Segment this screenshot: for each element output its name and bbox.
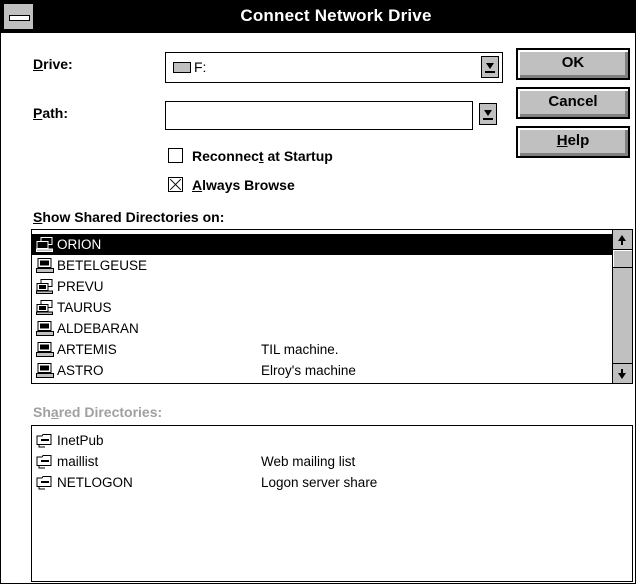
system-menu-button[interactable] — [3, 3, 34, 30]
drive-dropdown-arrow-icon[interactable] — [481, 56, 499, 78]
computers-listbox[interactable]: ORION BETELGEUSE PREVU TAURUS ALDEBARAN ARTEM… — [31, 229, 633, 384]
shared-folder-icon — [36, 475, 54, 490]
computer-list-item-comment: Elroy's machine — [261, 363, 356, 378]
system-menu-icon — [9, 15, 30, 21]
computer-list-item-name: BETELGEUSE — [57, 258, 148, 273]
scroll-track[interactable] — [613, 268, 632, 363]
computer-list-item-row[interactable]: ARTEMIS TIL machine. — [32, 339, 612, 360]
shared-directory-item-name: InetPub — [57, 433, 104, 448]
shared-directory-item-comment: Logon server share — [261, 475, 378, 490]
computer-icon — [36, 342, 54, 357]
shared-directories-label: Shared Directories: — [33, 404, 163, 420]
computer-list-item-name: TAURUS — [57, 300, 112, 315]
computer-list-item-row[interactable]: TAURUS — [32, 297, 612, 318]
ok-button[interactable]: OK — [516, 48, 630, 80]
computer-list-item-row[interactable]: ASTRO Elroy's machine — [32, 360, 612, 381]
reconnect-at-startup-label[interactable]: Reconnect at Startup — [192, 148, 333, 164]
computer-list-item-name: ORION — [57, 237, 102, 252]
scroll-down-arrow-icon[interactable] — [613, 363, 632, 383]
computer-list-item-comment: TIL machine. — [261, 342, 339, 357]
shared-directory-item-name: maillist — [57, 454, 99, 469]
connect-network-drive-dialog: Connect Network Drive Drive: F: Path: OK… — [0, 0, 636, 584]
path-input[interactable] — [165, 101, 473, 130]
computer-list-item-name: PREVU — [57, 279, 104, 294]
computer-list-item-name: ALDEBARAN — [57, 321, 139, 336]
shared-directory-item-name: NETLOGON — [57, 475, 133, 490]
shared-directory-item-row[interactable]: InetPub — [32, 430, 630, 451]
always-browse-checkbox[interactable] — [168, 177, 183, 192]
computer-list-item-row[interactable]: PREVU — [32, 276, 612, 297]
network-group-icon — [36, 300, 54, 315]
path-dropdown-arrow-icon[interactable] — [479, 103, 497, 125]
computer-list-item-row[interactable]: ALDEBARAN — [32, 318, 612, 339]
shared-directory-item-row[interactable]: NETLOGON Logon server share — [32, 472, 630, 493]
drive-combobox[interactable]: F: — [165, 52, 503, 83]
scroll-up-arrow-icon[interactable] — [613, 230, 632, 250]
computer-icon — [36, 321, 54, 336]
network-drive-icon — [173, 62, 191, 73]
title-bar: Connect Network Drive — [1, 1, 635, 33]
help-button[interactable]: Help — [516, 126, 630, 158]
always-browse-label[interactable]: Always Browse — [192, 177, 295, 193]
computer-list-item-row[interactable]: ORION — [32, 234, 612, 255]
shared-directory-item-row[interactable]: maillist Web mailing list — [32, 451, 630, 472]
cancel-button[interactable]: Cancel — [516, 87, 630, 119]
drive-value: F: — [194, 59, 207, 75]
show-shared-directories-label: Show Shared Directories on: — [33, 209, 225, 225]
network-group-icon — [36, 279, 54, 294]
shared-directories-listbox[interactable]: InetPub maillist Web mailing list NETLOGON L… — [31, 425, 633, 582]
computers-scrollbar[interactable] — [612, 230, 632, 383]
shared-directory-item-comment: Web mailing list — [261, 454, 356, 469]
shared-folder-icon — [36, 433, 54, 448]
window-title: Connect Network Drive — [240, 6, 432, 25]
computer-icon — [36, 363, 54, 378]
drive-label: Drive: — [33, 56, 73, 72]
computer-icon — [36, 258, 54, 273]
network-group-icon — [36, 237, 54, 252]
reconnect-at-startup-checkbox[interactable] — [168, 148, 183, 163]
scroll-thumb[interactable] — [613, 250, 632, 268]
path-label: Path: — [33, 105, 69, 121]
computer-list-item-row[interactable]: BETELGEUSE — [32, 255, 612, 276]
shared-folder-icon — [36, 454, 54, 469]
computer-list-item-name: ARTEMIS — [57, 342, 117, 357]
computer-list-item-name: ASTRO — [57, 363, 104, 378]
